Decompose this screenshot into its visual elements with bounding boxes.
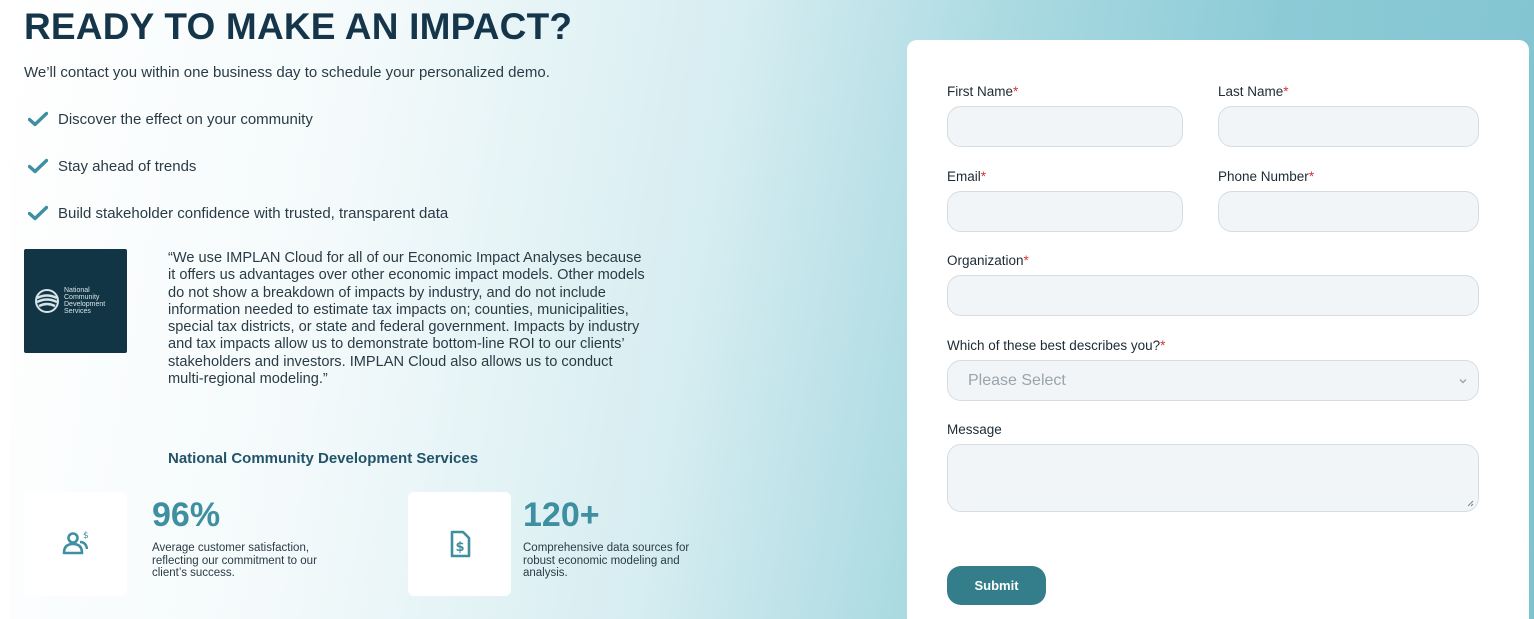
document-dollar-icon: $ bbox=[450, 530, 470, 558]
page-title: READY TO MAKE AN IMPACT? bbox=[24, 6, 573, 47]
demo-request-form: First Name* Last Name* Email* Phone Numb… bbox=[907, 40, 1529, 619]
testimonial-quote: “We use IMPLAN Cloud for all of our Econ… bbox=[168, 250, 645, 388]
testimonial-author: National Community Development Services bbox=[168, 450, 479, 467]
users-dollar-icon: $ bbox=[62, 531, 89, 555]
describes-selected-value: Please Select bbox=[968, 371, 1066, 389]
message-label: Message bbox=[947, 422, 1002, 437]
partner-logo: National Community Development Services bbox=[24, 249, 127, 353]
checkmark-icon bbox=[28, 205, 48, 221]
stat-card-icon-box: $ bbox=[408, 492, 511, 596]
hero-subtitle: We’ll contact you within one business da… bbox=[24, 64, 550, 81]
hero-column: READY TO MAKE AN IMPACT? We’ll contact y… bbox=[24, 0, 884, 619]
partner-emblem-icon bbox=[35, 289, 59, 313]
stat-value: 96% bbox=[152, 496, 221, 534]
svg-text:$: $ bbox=[455, 540, 464, 555]
chevron-down-icon bbox=[1459, 379, 1467, 384]
last-name-label: Last Name* bbox=[1218, 84, 1289, 99]
benefit-item: Build stakeholder confidence with truste… bbox=[28, 202, 448, 224]
describes-label: Which of these best describes you?* bbox=[947, 338, 1166, 353]
benefit-text: Stay ahead of trends bbox=[58, 157, 197, 175]
svg-text:$: $ bbox=[83, 531, 89, 541]
email-field[interactable] bbox=[947, 191, 1183, 232]
stat-description: Comprehensive data sources for robust ec… bbox=[523, 542, 690, 579]
email-label: Email* bbox=[947, 169, 987, 184]
benefit-item: Stay ahead of trends bbox=[28, 155, 448, 177]
organization-label: Organization* bbox=[947, 253, 1029, 268]
stat-card-icon-box: $ bbox=[24, 492, 127, 596]
benefit-text: Build stakeholder confidence with truste… bbox=[58, 204, 449, 222]
describes-select[interactable]: Please Select bbox=[947, 360, 1479, 401]
benefit-text: Discover the effect on your community bbox=[58, 110, 313, 128]
last-name-field[interactable] bbox=[1218, 106, 1479, 147]
organization-field[interactable] bbox=[947, 275, 1479, 316]
submit-button[interactable]: Submit bbox=[947, 566, 1046, 605]
phone-field[interactable] bbox=[1218, 191, 1479, 232]
stat-value: 120+ bbox=[523, 496, 600, 534]
stat-description: Average customer satisfaction, reflectin… bbox=[152, 542, 317, 579]
checkmark-icon bbox=[28, 158, 48, 174]
first-name-label: First Name* bbox=[947, 84, 1019, 99]
phone-label: Phone Number* bbox=[1218, 169, 1315, 184]
first-name-field[interactable] bbox=[947, 106, 1183, 147]
benefit-list: Discover the effect on your community St… bbox=[28, 108, 448, 249]
resize-handle-icon[interactable] bbox=[1466, 499, 1474, 507]
partner-logo-text: National Community Development Services bbox=[64, 287, 106, 315]
benefit-item: Discover the effect on your community bbox=[28, 108, 448, 130]
checkmark-icon bbox=[28, 111, 48, 127]
message-field[interactable] bbox=[947, 444, 1479, 512]
